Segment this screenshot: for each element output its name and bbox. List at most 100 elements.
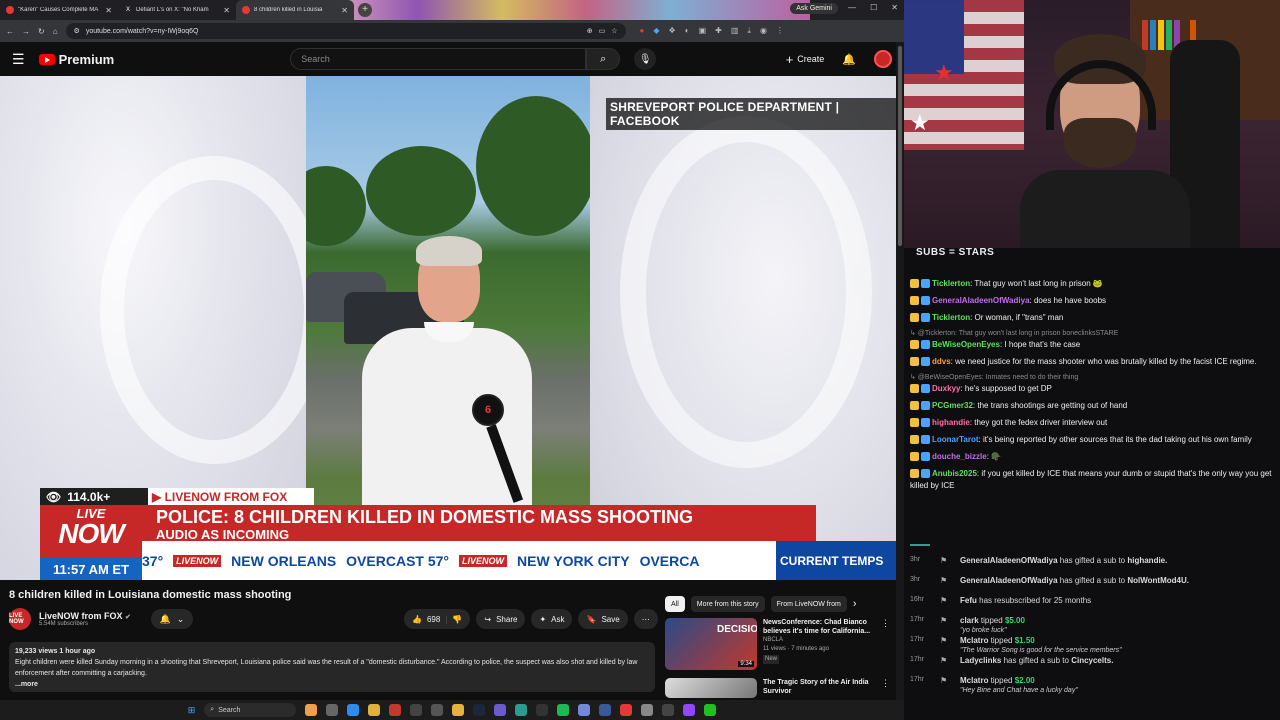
chat-username[interactable]: GeneralAladeenOfWadiya	[932, 296, 1030, 305]
chat-username[interactable]: Ticklerton	[932, 279, 970, 288]
tab-1[interactable]: X Defiant L's on X: "No Kham ✕	[118, 0, 236, 20]
search-button[interactable]: ⌕	[586, 48, 621, 70]
channel-name[interactable]: LiveNOW from FOX ✔	[39, 611, 131, 621]
event-body: Mclatro tipped $2.00 "Hey Bine and Chat h…	[960, 676, 1078, 694]
extension-icon[interactable]: ◆	[653, 26, 659, 36]
download-icon[interactable]: ⤓	[747, 26, 751, 36]
edge-icon[interactable]	[347, 704, 360, 716]
hamburger-menu-icon[interactable]: ☰	[12, 51, 25, 68]
address-bar[interactable]: ⚙ youtube.com/watch?v=ny-IWj9oq6Q ⊕ ▭ ☆	[65, 23, 626, 39]
app-icon[interactable]	[431, 704, 444, 716]
bell-icon[interactable]: 🔔	[842, 53, 856, 66]
chat-username[interactable]: ddvs	[932, 357, 951, 366]
app-icon[interactable]	[389, 704, 402, 716]
show-more-link[interactable]: ...more	[15, 679, 649, 690]
close-icon[interactable]: ✕	[105, 6, 112, 15]
ask-button[interactable]: ✦ Ask	[531, 609, 573, 629]
app-icon[interactable]	[578, 704, 591, 716]
more-actions-button[interactable]: ⋯	[633, 609, 658, 629]
chat-username[interactable]: PCGmer32	[932, 401, 973, 410]
chat-username[interactable]: BeWiseOpenEyes	[932, 340, 1000, 349]
menu-icon[interactable]: ⋮	[776, 26, 784, 36]
taskbar-search[interactable]: ⌕ Search	[204, 703, 297, 717]
app-icon[interactable]	[536, 704, 549, 716]
close-window-icon[interactable]: ✕	[891, 3, 898, 12]
app-icon[interactable]	[704, 704, 717, 716]
app-icon[interactable]	[599, 704, 612, 716]
more-icon: ⋯	[641, 614, 650, 624]
more-icon[interactable]: ⋮	[881, 618, 890, 670]
extension-icon[interactable]: ◐	[685, 26, 690, 36]
video-player[interactable]: 6 SHREVEPORT POLICE DEPARTMENT | FACEBOO…	[0, 76, 896, 580]
more-icon[interactable]: ⋮	[881, 678, 890, 698]
youtube-premium-logo[interactable]: Premium	[38, 52, 114, 67]
close-icon[interactable]: ✕	[223, 6, 230, 15]
chat-message: PCGmer32: the trans shootings are gettin…	[910, 400, 1278, 412]
spotify-icon[interactable]	[557, 704, 570, 716]
sidebar-icon[interactable]: ▥	[731, 26, 739, 36]
app-icon[interactable]	[641, 704, 654, 716]
app-icon[interactable]	[326, 704, 339, 716]
install-icon[interactable]: ▭	[599, 27, 606, 35]
related-video[interactable]: The Tragic Story of the Air India Surviv…	[665, 678, 890, 698]
app-icon[interactable]	[662, 704, 675, 716]
extension-icon[interactable]: ●	[640, 26, 645, 36]
video-thumbnail[interactable]: DECISION 9:34	[665, 618, 757, 670]
app-icon[interactable]	[515, 704, 528, 716]
app-icon[interactable]	[683, 704, 696, 716]
avatar[interactable]	[874, 50, 892, 68]
app-icon[interactable]	[494, 704, 507, 716]
share-button[interactable]: ↪ Share	[476, 609, 526, 629]
back-icon[interactable]: ←	[6, 27, 14, 36]
tab-2[interactable]: 8 children killed in Louisia ✕	[236, 0, 354, 20]
ask-gemini-button[interactable]: Ask Gemini	[790, 3, 838, 14]
windows-start-icon[interactable]: ⊞	[188, 705, 196, 716]
app-icon[interactable]	[305, 704, 318, 716]
thumbs-down-icon[interactable]: 👎	[452, 615, 462, 624]
save-button[interactable]: 🔖 Save	[578, 609, 628, 629]
close-icon[interactable]: ✕	[341, 6, 348, 15]
voice-search-button[interactable]: 🎙	[634, 48, 657, 70]
steam-icon[interactable]	[473, 704, 486, 716]
tab-0[interactable]: "Karen" Causes Complete MA ✕	[0, 0, 118, 20]
channel-avatar[interactable]: LIVE NOW	[9, 608, 31, 630]
new-tab-button[interactable]: +	[358, 3, 372, 17]
thumbs-up-icon[interactable]: 👍	[412, 615, 422, 624]
chevron-right-icon[interactable]: ›	[853, 596, 857, 612]
scrollbar-thumb[interactable]	[898, 46, 902, 246]
bookmark-star-icon[interactable]: ☆	[611, 27, 617, 35]
chat-username[interactable]: Duxkyy	[932, 384, 960, 393]
forward-icon[interactable]: →	[22, 27, 30, 36]
description-box[interactable]: 19,233 views 1 hour ago Eight children w…	[9, 642, 655, 692]
extension-icon[interactable]: ▣	[699, 26, 707, 36]
app-icon[interactable]	[620, 704, 633, 716]
subscribed-bell-button[interactable]: 🔔 ⌄	[150, 609, 193, 629]
chat-username[interactable]: Ticklerton	[932, 313, 970, 322]
chip-all[interactable]: All	[665, 596, 685, 612]
app-icon[interactable]	[410, 704, 423, 716]
reload-icon[interactable]: ↻	[38, 27, 45, 36]
chat-username[interactable]: LoonarTarot	[932, 435, 979, 444]
page-scrollbar[interactable]	[896, 42, 904, 700]
folder-icon[interactable]	[452, 704, 465, 716]
home-icon[interactable]: ⌂	[53, 27, 58, 36]
chat-username[interactable]: Anubis2025	[932, 469, 977, 478]
chip-more-from-story[interactable]: More from this story	[690, 596, 765, 612]
extension-icon[interactable]: ❖	[669, 26, 676, 36]
minimize-icon[interactable]: —	[848, 3, 856, 12]
like-dislike-button[interactable]: 👍 698 | 👎	[404, 609, 471, 629]
chip-from-channel[interactable]: From LiveNOW from	[770, 596, 847, 612]
related-video[interactable]: DECISION 9:34 NewsConference: Chad Bianc…	[665, 618, 890, 670]
video-thumbnail[interactable]	[665, 678, 757, 698]
zoom-icon[interactable]: ⊕	[587, 27, 593, 35]
maximize-icon[interactable]: ☐	[870, 3, 877, 12]
profile-icon[interactable]: ◉	[760, 26, 767, 36]
extension-icon[interactable]: ✚	[715, 26, 722, 36]
site-info-icon[interactable]: ⚙	[74, 27, 80, 35]
search-input[interactable]: Search	[290, 48, 587, 70]
create-button[interactable]: + Create	[786, 52, 825, 67]
chat-username[interactable]: douche_bizzle	[932, 452, 987, 461]
chat-username[interactable]: highandie	[932, 418, 970, 427]
chrome-icon[interactable]	[368, 704, 381, 716]
tab-title: Defiant L's on X: "No Kham	[136, 7, 209, 13]
